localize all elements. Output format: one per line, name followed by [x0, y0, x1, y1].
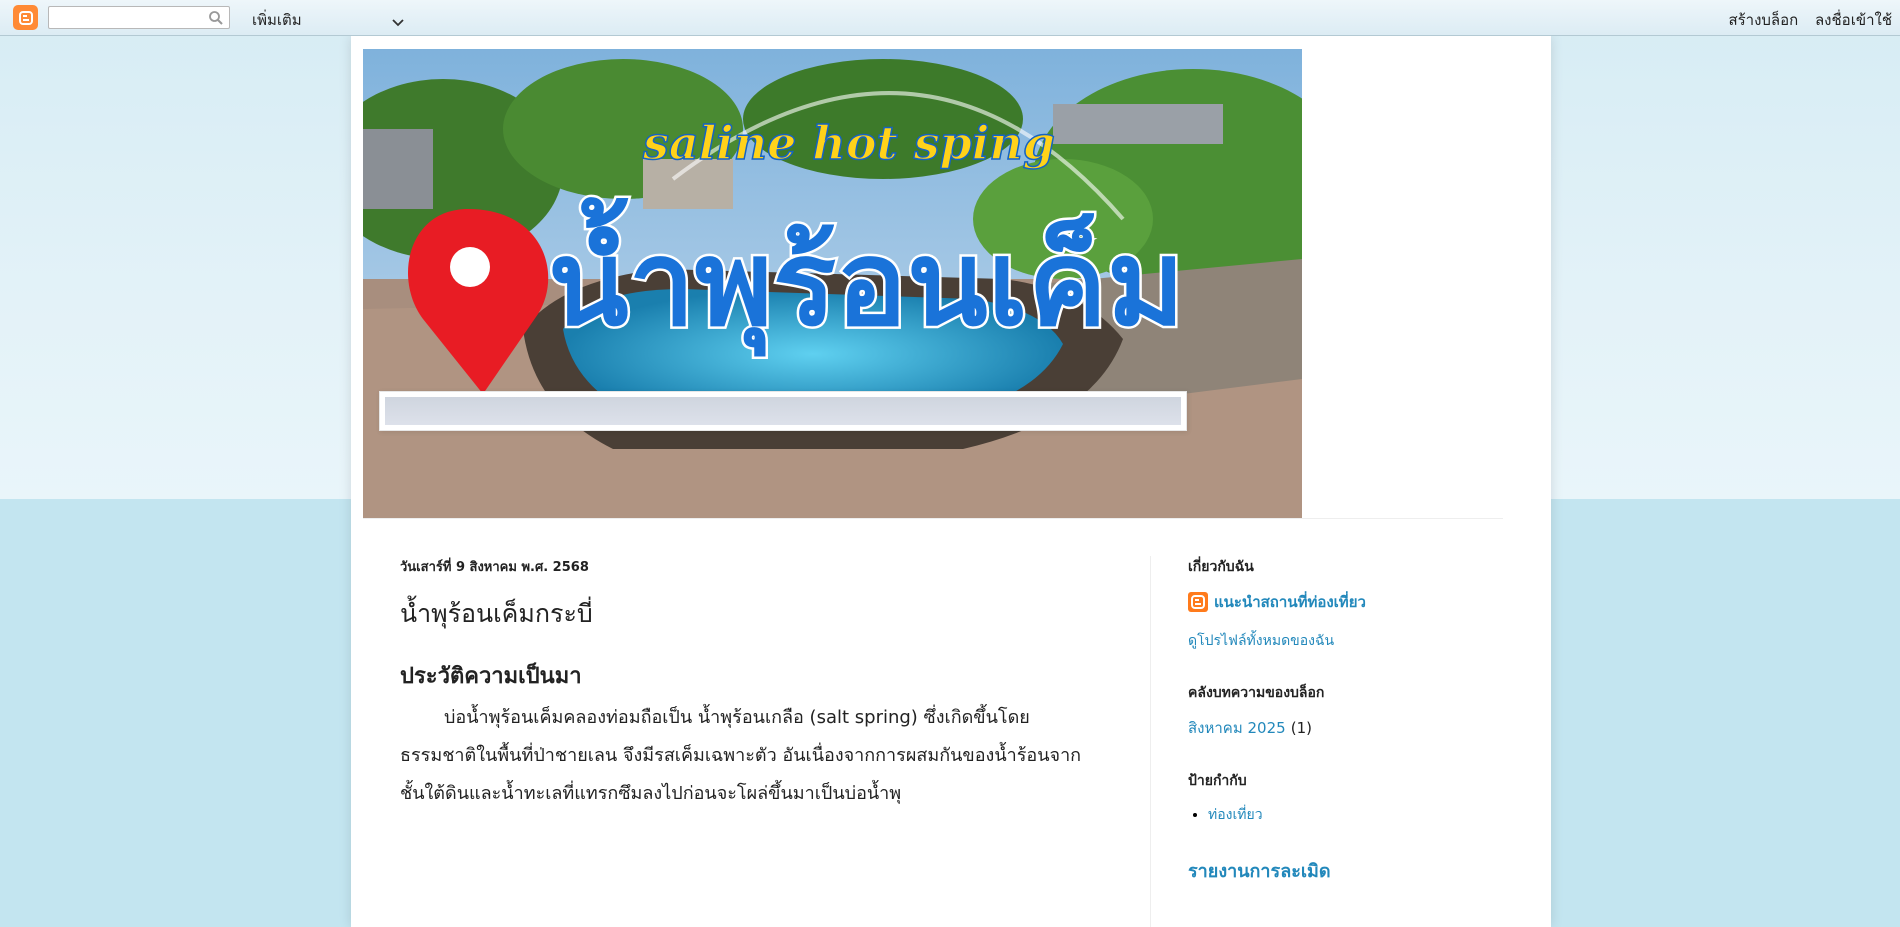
- archive-count: (1): [1290, 719, 1312, 737]
- header-divider: [363, 518, 1503, 519]
- archive-title: คลังบทความของบล็อก: [1188, 685, 1325, 701]
- blogger-profile-icon[interactable]: [1188, 592, 1208, 612]
- post-section-heading: ประวัติความเป็นมา: [400, 664, 582, 689]
- about-title: เกี่ยวกับฉัน: [1188, 559, 1254, 575]
- labels-title: ป้ายกำกับ: [1188, 773, 1247, 789]
- archive-month-link[interactable]: สิงหาคม 2025: [1188, 719, 1286, 737]
- main-column: วันเสาร์ที่ 9 สิงหาคม พ.ศ. 2568 น้ำพุร้อ…: [400, 556, 1120, 813]
- sign-in-link[interactable]: ลงชื่อเข้าใช้: [1815, 11, 1892, 29]
- post-image[interactable]: [379, 391, 1187, 431]
- post-date: วันเสาร์ที่ 9 สิงหาคม พ.ศ. 2568: [400, 560, 589, 575]
- banner-script-title: saline hot sping: [642, 116, 1055, 170]
- label-link[interactable]: ท่องเที่ยว: [1208, 807, 1263, 823]
- about-widget: เกี่ยวกับฉัน แนะนำสถานที่ท่องเที่ยว ดูโป…: [1188, 556, 1518, 652]
- profile-name-link[interactable]: แนะนำสถานที่ท่องเที่ยว: [1214, 590, 1366, 614]
- view-profile-link[interactable]: ดูโปรไฟล์ทั้งหมดของฉัน: [1188, 633, 1334, 649]
- post-body: บ่อน้ำพุร้อนเค็มคลองท่อมถือเป็น น้ำพุร้อ…: [400, 707, 1082, 804]
- search-input[interactable]: [48, 6, 230, 29]
- header-banner-image[interactable]: saline hot sping น้ำพุร้อนเค็ม: [363, 49, 1302, 519]
- banner-thai-title: น้ำพุร้อนเค็ม: [548, 197, 1185, 357]
- report-widget: รายงานการละเมิด: [1188, 856, 1518, 885]
- report-abuse-link[interactable]: รายงานการละเมิด: [1188, 861, 1331, 882]
- column-divider: [1150, 556, 1151, 927]
- archive-widget: คลังบทความของบล็อก สิงหาคม 2025 (1): [1188, 682, 1518, 740]
- search-icon[interactable]: [208, 10, 224, 30]
- blogger-logo-icon[interactable]: [13, 5, 38, 30]
- chevron-down-icon[interactable]: [392, 12, 404, 31]
- sidebar: เกี่ยวกับฉัน แนะนำสถานที่ท่องเที่ยว ดูโป…: [1188, 556, 1518, 915]
- blogger-navbar: เพิ่มเติม สร้างบล็อก ลงชื่อเข้าใช้: [0, 0, 1900, 36]
- labels-widget: ป้ายกำกับ ท่องเที่ยว: [1188, 770, 1518, 826]
- create-blog-link[interactable]: สร้างบล็อก: [1728, 11, 1798, 29]
- page-container: saline hot sping น้ำพุร้อนเค็ม วันเสาร์ท…: [351, 36, 1551, 927]
- more-menu-label[interactable]: เพิ่มเติม: [252, 8, 302, 32]
- post-title[interactable]: น้ำพุร้อนเค็มกระบี่: [400, 594, 1120, 634]
